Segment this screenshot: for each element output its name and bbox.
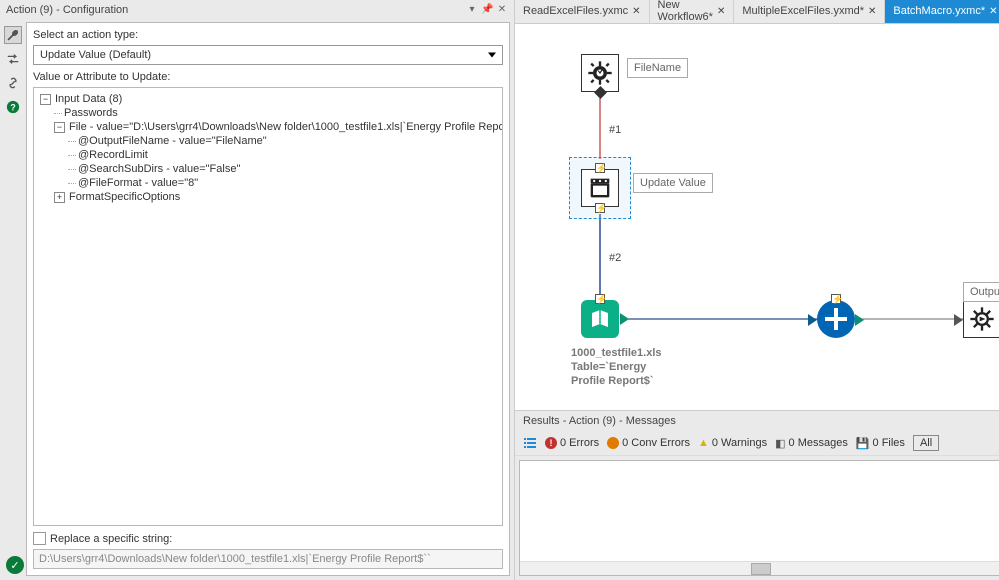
- close-icon[interactable]: ✕: [989, 6, 997, 17]
- panel-header: Action (9) - Configuration ▾ 📌 ✕: [0, 0, 514, 20]
- tree-item[interactable]: @OutputFileName - value="FileName": [38, 134, 498, 148]
- action-type-dropdown[interactable]: Update Value (Default): [33, 45, 503, 65]
- status-check-icon[interactable]: ✓: [6, 556, 24, 574]
- tree-item[interactable]: @RecordLimit: [38, 148, 498, 162]
- results-title: Results - Action (9) - Messages: [515, 411, 999, 431]
- replace-string-label: Replace a specific string:: [50, 533, 172, 545]
- help-icon[interactable]: ?: [4, 98, 22, 116]
- errors-filter[interactable]: !0 Errors: [545, 437, 599, 449]
- wrench-icon[interactable]: [4, 26, 22, 44]
- close-icon[interactable]: ✕: [868, 6, 876, 17]
- replace-string-input: D:\Users\grr4\Downloads\New folder\1000_…: [33, 549, 503, 569]
- panel-close-icon[interactable]: ✕: [496, 4, 508, 16]
- lightning-icon: ⚡: [831, 294, 841, 304]
- lightning-icon: ⚡: [595, 203, 605, 213]
- attribute-tree[interactable]: −Input Data (8) Passwords −File - value=…: [33, 87, 503, 526]
- output-tool[interactable]: [963, 300, 999, 338]
- panel-title: Action (9) - Configuration: [6, 4, 466, 16]
- scroll-thumb[interactable]: [751, 563, 771, 575]
- horizontal-scrollbar[interactable]: [520, 561, 999, 575]
- tree-root[interactable]: −Input Data (8): [38, 92, 498, 106]
- results-body: [519, 460, 999, 576]
- files-filter[interactable]: 💾0 Files: [856, 437, 905, 450]
- collapse-icon[interactable]: −: [40, 94, 51, 105]
- lightning-icon: ⚡: [595, 163, 605, 173]
- expand-icon[interactable]: +: [54, 192, 65, 203]
- tree-item[interactable]: @SearchSubDirs - value="False": [38, 162, 498, 176]
- close-icon[interactable]: ✕: [632, 6, 640, 17]
- close-icon[interactable]: ✕: [717, 6, 725, 17]
- tree-item[interactable]: @FileFormat - value="8": [38, 176, 498, 190]
- value-attribute-label: Value or Attribute to Update:: [33, 71, 503, 83]
- tab-multipleexcelfiles[interactable]: MultipleExcelFiles.yxmd*✕: [734, 0, 885, 23]
- results-panel: Results - Action (9) - Messages !0 Error…: [515, 410, 999, 580]
- tree-item[interactable]: −File - value="D:\Users\grr4\Downloads\N…: [38, 120, 498, 134]
- tree-item[interactable]: Passwords: [38, 106, 498, 120]
- replace-string-row: Replace a specific string:: [33, 532, 503, 545]
- control-param-tool[interactable]: [581, 54, 619, 92]
- all-filter-button[interactable]: All: [913, 435, 939, 451]
- replace-string-checkbox[interactable]: [33, 532, 46, 545]
- action-type-label: Select an action type:: [33, 29, 503, 41]
- workflow-tabs: ReadExcelFiles.yxmc✕ New Workflow6*✕ Mul…: [515, 0, 999, 24]
- connection-label-1: #1: [609, 124, 621, 136]
- tab-batchmacro[interactable]: BatchMacro.yxmc*✕: [885, 0, 999, 23]
- messages-filter[interactable]: ◧0 Messages: [775, 437, 848, 450]
- macro-output-tool[interactable]: ⚡: [817, 300, 855, 338]
- configuration-panel: Action (9) - Configuration ▾ 📌 ✕ ?: [0, 0, 515, 580]
- link-icon[interactable]: [4, 74, 22, 92]
- tab-readexcelfiles[interactable]: ReadExcelFiles.yxmc✕: [515, 0, 650, 23]
- input-data-label: 1000_testfile1.xls Table=`Energy Profile…: [571, 346, 662, 388]
- filename-label: FileName: [627, 58, 688, 78]
- collapse-icon[interactable]: −: [54, 122, 65, 133]
- svg-text:?: ?: [10, 103, 15, 113]
- tab-newworkflow6[interactable]: New Workflow6*✕: [650, 0, 735, 23]
- workflow-canvas[interactable]: FileName #1 ⚡ ⚡ Update Value #2 ⚡: [515, 24, 999, 410]
- conv-errors-filter[interactable]: 0 Conv Errors: [607, 437, 690, 449]
- panel-pin-icon[interactable]: 📌: [481, 4, 493, 16]
- connection-label-2: #2: [609, 252, 621, 264]
- config-toolbar: ?: [4, 22, 26, 576]
- update-value-label: Update Value: [633, 173, 713, 193]
- tree-item[interactable]: +FormatSpecificOptions: [38, 190, 498, 204]
- action-tool[interactable]: ⚡ ⚡: [581, 169, 619, 207]
- list-view-icon[interactable]: [523, 436, 537, 450]
- panel-dropdown-icon[interactable]: ▾: [466, 4, 478, 16]
- config-content: Select an action type: Update Value (Def…: [26, 22, 510, 576]
- warnings-filter[interactable]: ▲0 Warnings: [698, 437, 767, 449]
- input-data-tool[interactable]: ⚡: [581, 300, 619, 338]
- swap-icon[interactable]: [4, 50, 22, 68]
- output-label: Output: [963, 282, 999, 302]
- results-toolbar: !0 Errors 0 Conv Errors ▲0 Warnings ◧0 M…: [515, 431, 999, 456]
- lightning-icon: ⚡: [595, 294, 605, 304]
